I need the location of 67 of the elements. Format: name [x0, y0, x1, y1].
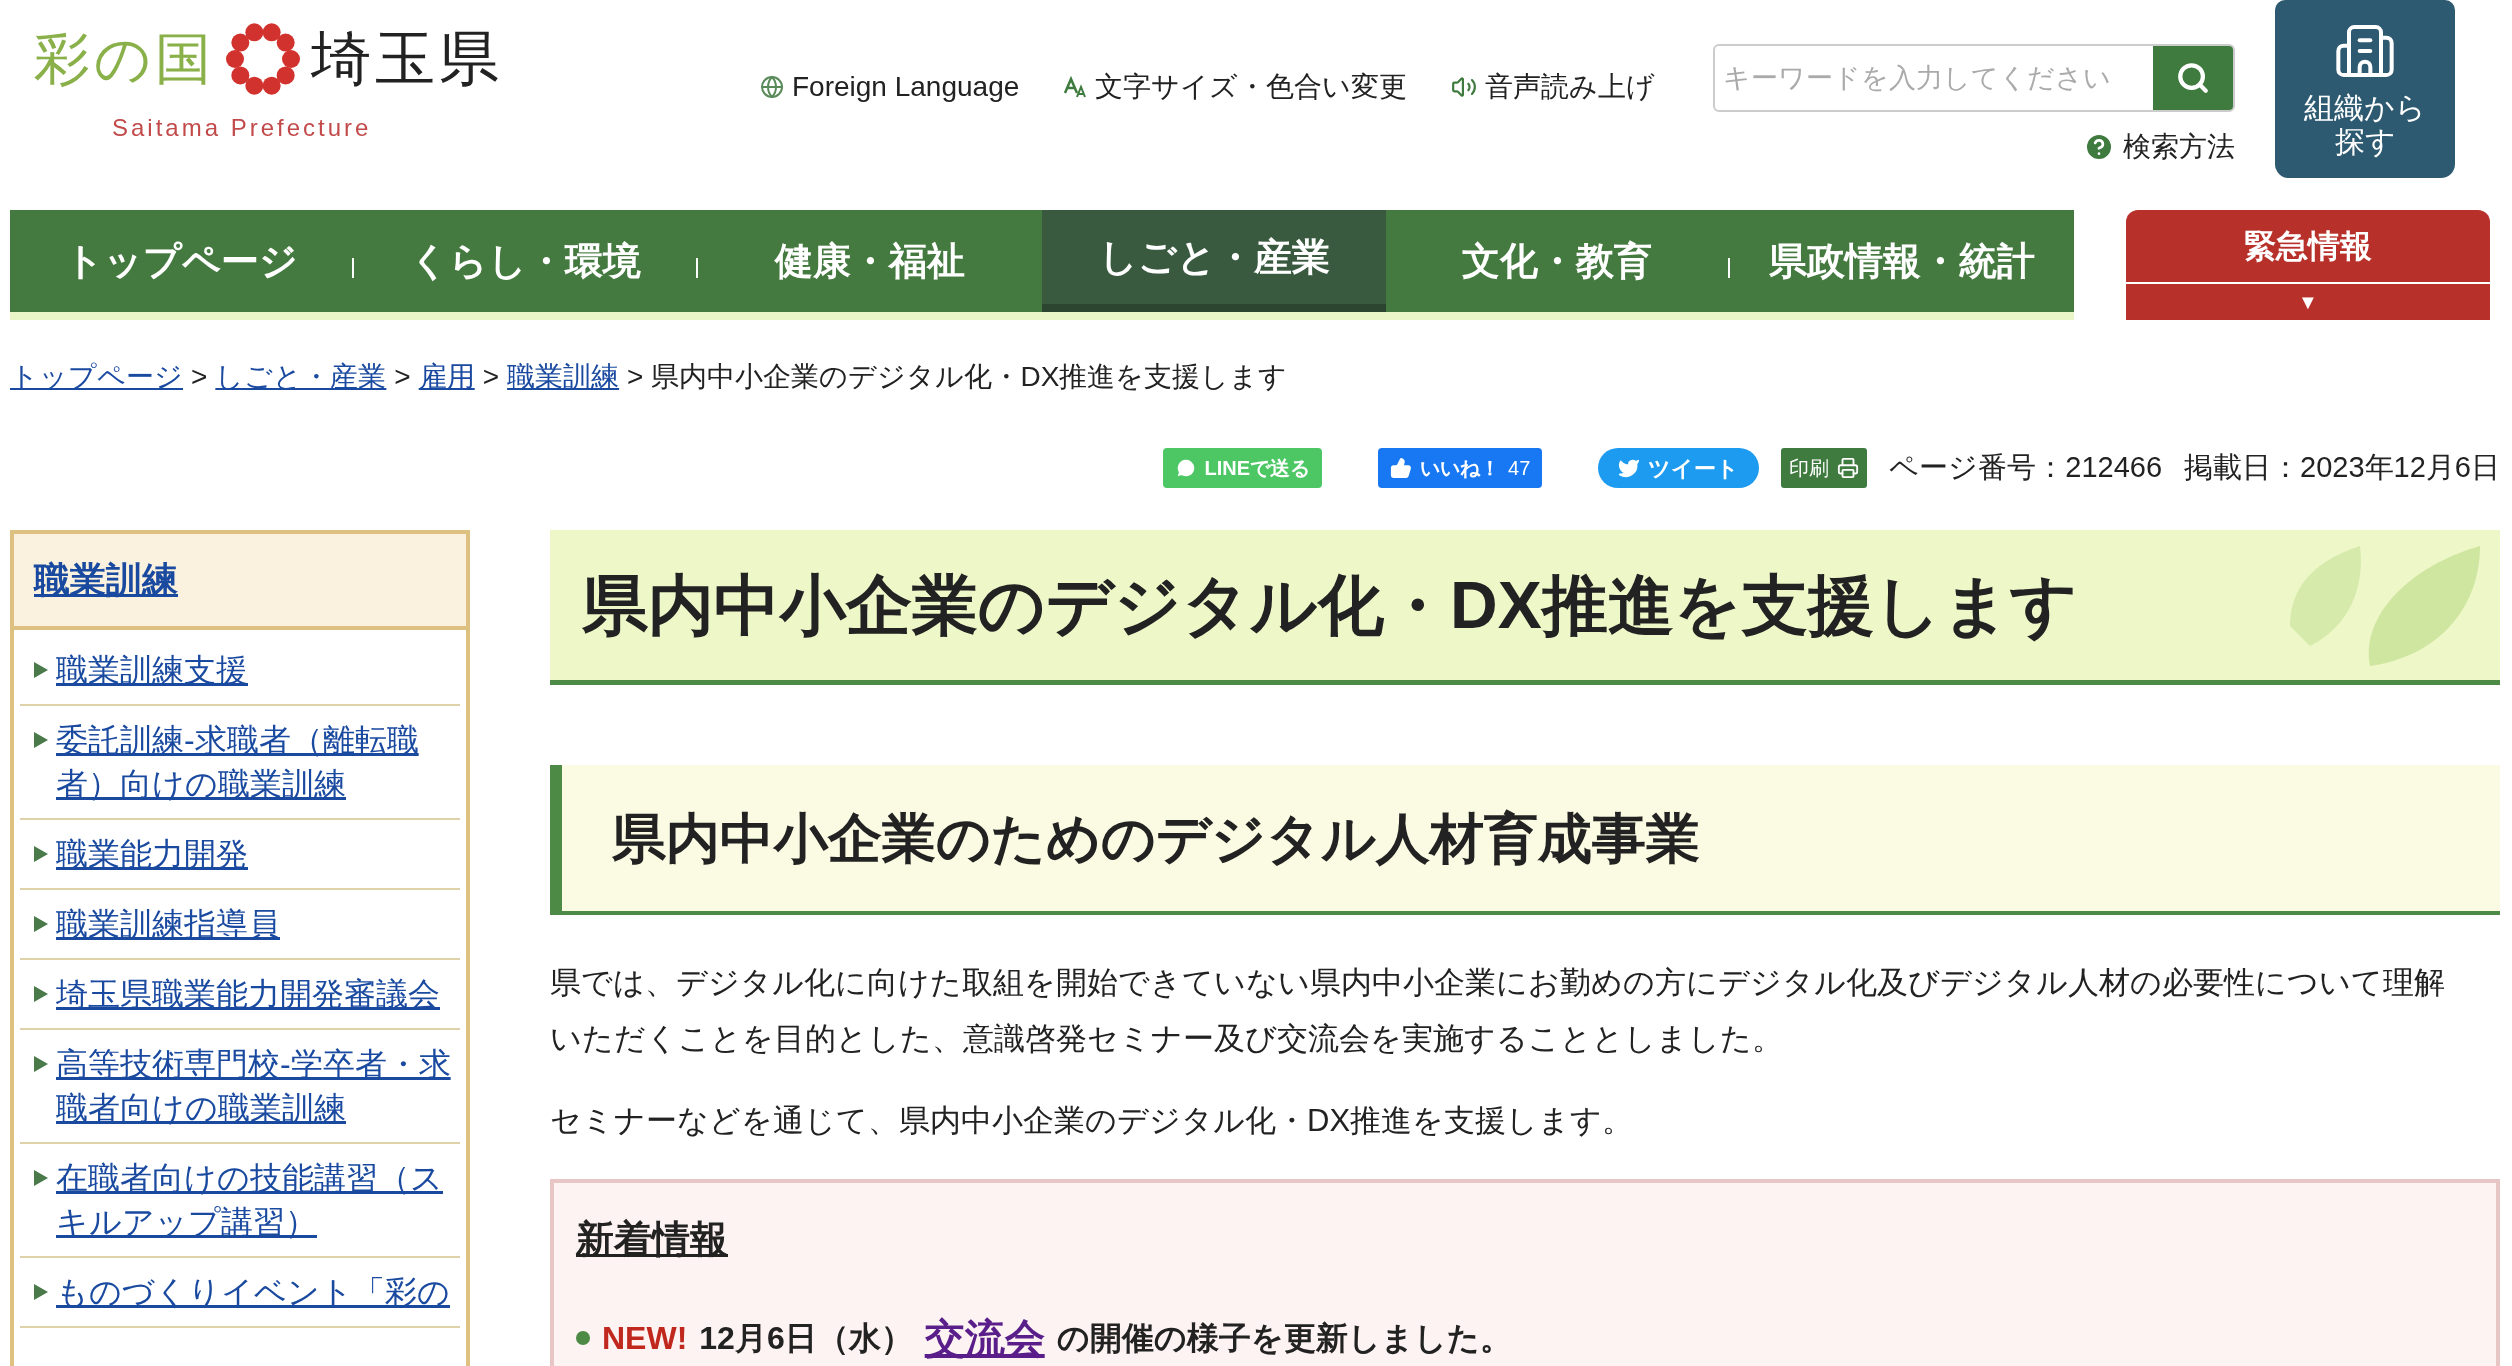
news-link[interactable]: 交流会 [924, 1308, 1045, 1366]
body-paragraph: セミナーなどを通じて、県内中小企業のデジタル化・DX推進を支援します。 [550, 1102, 1635, 1140]
like-count: 47 [1508, 456, 1531, 481]
search-input[interactable]: キーワードを入力してください [1715, 46, 2154, 110]
search-field[interactable]: キーワードを入力してください [1713, 44, 2236, 112]
print-button[interactable]: 印刷 [1781, 448, 1868, 488]
print-icon [1837, 457, 1860, 479]
sidebar-title-link[interactable]: 職業訓練 [34, 553, 178, 607]
triangle-bullet-icon [34, 916, 48, 932]
triangle-bullet-icon [34, 1170, 48, 1186]
globe-icon [760, 75, 784, 99]
triangle-bullet-icon [34, 986, 48, 1002]
nav-tab[interactable]: 健康・福祉 [698, 210, 1042, 312]
header-link[interactable]: 音声読み上げ [1451, 66, 1656, 108]
logo-name: 埼玉県 [311, 24, 503, 94]
breadcrumb-separator: > [191, 360, 208, 394]
sidebar-link[interactable]: 高等技術専門校-学卒者・求職者向けの職業訓練 [56, 1042, 460, 1130]
news-title: 新着情報 [576, 1217, 729, 1262]
logo-subtitle: Saitama Prefecture [112, 113, 373, 143]
breadcrumb-link[interactable]: 職業訓練 [507, 356, 620, 398]
breadcrumb-separator: > [627, 360, 644, 394]
speaker-icon [1451, 74, 1478, 100]
news-date: 12月6日（水） [699, 1319, 913, 1358]
search-button[interactable] [2153, 46, 2234, 110]
page-number: ページ番号：212466 [1889, 450, 2163, 486]
nav-tab[interactable]: トップページ [10, 210, 352, 312]
nav-tab[interactable]: くらし・環境 [354, 210, 696, 312]
sidebar-link[interactable]: 職業訓練指導員 [56, 902, 280, 946]
organization-search-button[interactable]: 組織から探す [2275, 0, 2456, 178]
sidebar-link[interactable]: 在職者向けの技能講習（スキルアップ講習） [56, 1156, 460, 1244]
sidebar-link[interactable]: 埼玉県職業能力開発審議会 [56, 972, 440, 1016]
breadcrumb-separator: > [394, 360, 411, 394]
new-label: NEW! [602, 1319, 688, 1358]
page-title: 県内中小企業のデジタル化・DX推進を支援します [582, 566, 2078, 644]
sidebar-link[interactable]: 職業訓練支援 [56, 648, 248, 692]
triangle-bullet-icon [34, 846, 48, 862]
posted-date: 掲載日：2023年12月6日 [2184, 450, 2500, 486]
thumbs-up-icon [1390, 457, 1413, 479]
bird-icon [1618, 457, 1641, 479]
header-link[interactable]: 文字サイズ・色合い変更 [1063, 66, 1408, 108]
search-help-link[interactable]: 検索方法 [2083, 126, 2236, 168]
search-icon [2176, 61, 2211, 95]
triangle-bullet-icon [34, 662, 48, 678]
breadcrumb-link[interactable]: トップページ [10, 356, 183, 398]
breadcrumb-link[interactable]: しごと・産業 [215, 356, 387, 398]
body-paragraph: 県では、デジタル化に向けた取組を開始できていない県内中小企業にお勤めの方にデジタル化及びデジタル人材の必要性について理解いただくことを目的とした、意識啓発セミナー及び交流会を実施することとしました。 [550, 964, 2446, 1058]
sidebar-link[interactable]: 委託訓練-求職者（離転職者）向けの職業訓練 [56, 718, 460, 806]
triangle-bullet-icon [34, 1056, 48, 1072]
breadcrumb-current: 県内中小企業のデジタル化・DX推進を支援します [651, 360, 1288, 394]
nav-tab[interactable]: しごと・産業 [1042, 210, 1386, 312]
nav-tab[interactable]: 文化・教育 [1386, 210, 1728, 312]
triangle-bullet-icon [34, 732, 48, 748]
sidebar-link[interactable]: 職業能力開発 [56, 832, 248, 876]
text-size-icon [1063, 75, 1088, 99]
news-text: の開催の様子を更新しました。 [1056, 1319, 1512, 1358]
header-link[interactable]: Foreign Language [760, 66, 1020, 108]
emergency-info-button[interactable]: 緊急情報 ▼ [2126, 210, 2490, 320]
nav-tab[interactable]: 県政情報・統計 [1730, 210, 2074, 312]
breadcrumb-separator: > [482, 360, 500, 394]
like-button[interactable]: いいね！ 47 [1378, 448, 1543, 488]
section-heading: 県内中小企業のためのデジタル人材育成事業 [612, 806, 1700, 870]
breadcrumb-link[interactable]: 雇用 [418, 356, 475, 398]
logo-tagline: 彩の国 [34, 26, 215, 92]
chat-bubble-icon [1174, 457, 1197, 479]
sidebar-link[interactable]: ものづくりイベント「彩の [56, 1270, 450, 1314]
like-label: いいね！ [1420, 456, 1501, 481]
triangle-bullet-icon [34, 1284, 48, 1300]
